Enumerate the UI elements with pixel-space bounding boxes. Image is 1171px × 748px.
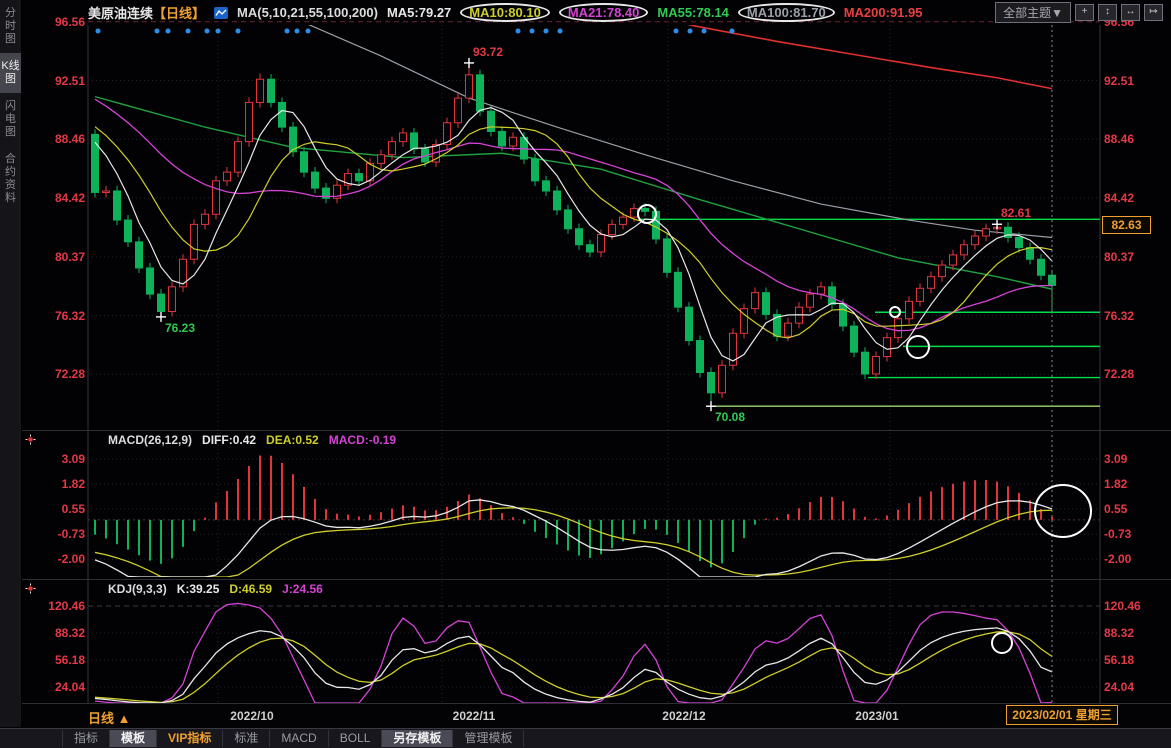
macd-histogram [95,456,1052,568]
k-line [95,628,1052,703]
signal-dot [730,29,735,34]
annotation-ellipse: MA10:80.10 [460,3,550,22]
tab-indicators[interactable]: 指标 [62,730,110,747]
tab-macd[interactable]: MACD [270,730,328,747]
tab-standard[interactable]: 标准 [223,730,270,747]
sidebar-item-contract-info[interactable]: 合约资料 [0,146,21,212]
ma5-value: MA5:79.27 [387,5,451,20]
tab-templates[interactable]: 模板 [110,730,157,747]
chart-header: 美原油连续【日线】 MA(5,10,21,55,100,200) MA5:79.… [22,0,1171,25]
ma10-value: MA10:80.10 [469,5,541,20]
chart-type-sidebar: 分时图 K线图 闪电图 合约资料 [0,0,22,727]
j-line [95,603,1052,703]
indicator-settings-icon[interactable] [25,434,36,445]
sidebar-item-time-chart[interactable]: 分时图 [0,0,21,53]
theme-dropdown[interactable]: 全部主题▼ [995,2,1071,23]
indicator-toolbar: 指标 模板 VIP指标 标准 MACD BOLL 另存模板 管理模板 [0,728,1171,748]
signal-dot [516,29,521,34]
crosshair-price-badge: 82.63 [1102,216,1151,234]
signal-dot [205,29,210,34]
signal-dot [295,29,300,34]
extreme-marker [156,312,166,322]
crosshair-date-badge: 2023/02/01 星期三 [1006,705,1118,725]
signal-dot [236,29,241,34]
annotation-ellipse: MA21:78.40 [559,3,649,22]
signal-dot [688,29,693,34]
signal-dot [186,29,191,34]
signal-dot [155,29,160,34]
tab-save-template[interactable]: 另存模板 [382,730,453,747]
trading-app-window: 96.5696.5692.5192.5188.4688.4684.4284.42… [0,0,1171,747]
signal-dot [530,29,535,34]
sidebar-item-lightning-chart[interactable]: 闪电图 [0,93,21,146]
kdj-k-value: K:39.25 [177,582,220,596]
extreme-marker [464,58,474,68]
x-axis-date: 2022/10 [230,709,273,723]
signal-dot [702,29,707,34]
signal-dot [216,29,221,34]
macd-panel-header: MACD(26,12,9) DIFF:0.42 DEA:0.52 MACD:-0… [22,430,1171,448]
macd-title[interactable]: MACD(26,12,9) [108,433,192,447]
signal-dot [166,29,171,34]
tab-boll[interactable]: BOLL [329,730,383,747]
symbol-title: 美原油连续【日线】 [88,3,205,22]
candlestick-chart-icon[interactable] [214,7,228,19]
annotation-circle [992,633,1012,653]
macd-bar-value: MACD:-0.19 [329,433,396,447]
sidebar-item-kline-chart[interactable]: K线图 [0,53,21,93]
kdj-d-value: D:46.59 [229,582,272,596]
kdj-panel-header: KDJ(9,3,3) K:39.25 D:46.59 J:24.56 [22,579,1171,597]
ma21-line [95,99,1052,330]
ma200-value: MA200:91.95 [844,5,923,20]
signal-dot [96,29,101,34]
signal-dot [558,29,563,34]
x-axis-band: 日线 ▲ 2023/02/01 星期三 2022/10 2022/11 2022/1… [22,703,1171,728]
d-line [95,632,1052,703]
tab-vip-indicators[interactable]: VIP指标 [157,730,223,747]
x-axis-date: 2023/01 [855,709,898,723]
tab-manage-template[interactable]: 管理模板 [453,730,524,747]
step-forward-icon[interactable]: ↦ [1144,4,1163,21]
macd-dea-value: DEA:0.52 [266,433,319,447]
macd-diff-value: DIFF:0.42 [202,433,256,447]
zoom-vertical-icon[interactable]: ↕ [1098,4,1117,21]
signal-dot [674,29,679,34]
kdj-title[interactable]: KDJ(9,3,3) [108,582,167,596]
signal-dot [544,29,549,34]
extreme-marker [706,401,716,411]
ma100-value: MA100:81.70 [747,5,826,20]
period-selector[interactable]: 日线 ▲ [88,708,130,727]
ma100-line [304,23,1052,238]
signal-dot [306,29,311,34]
ma-config-label: MA(5,10,21,55,100,200) [237,5,378,20]
header-controls: 全部主题▼ + ↕ ↔ ↦ [995,2,1171,23]
ma21-value: MA21:78.40 [568,5,640,20]
ma55-value: MA55:78.14 [657,5,729,20]
grid-layout-icon[interactable]: + [1075,4,1094,21]
signal-dot [285,29,290,34]
zoom-horizontal-icon[interactable]: ↔ [1121,4,1140,21]
annotation-ellipse: MA100:81.70 [738,3,835,22]
x-axis-date: 2022/11 [453,709,496,723]
price-chart-canvas[interactable] [0,0,1171,747]
kdj-j-value: J:24.56 [282,582,323,596]
x-axis-date: 2022/12 [662,709,705,723]
indicator-settings-icon[interactable] [25,583,36,594]
